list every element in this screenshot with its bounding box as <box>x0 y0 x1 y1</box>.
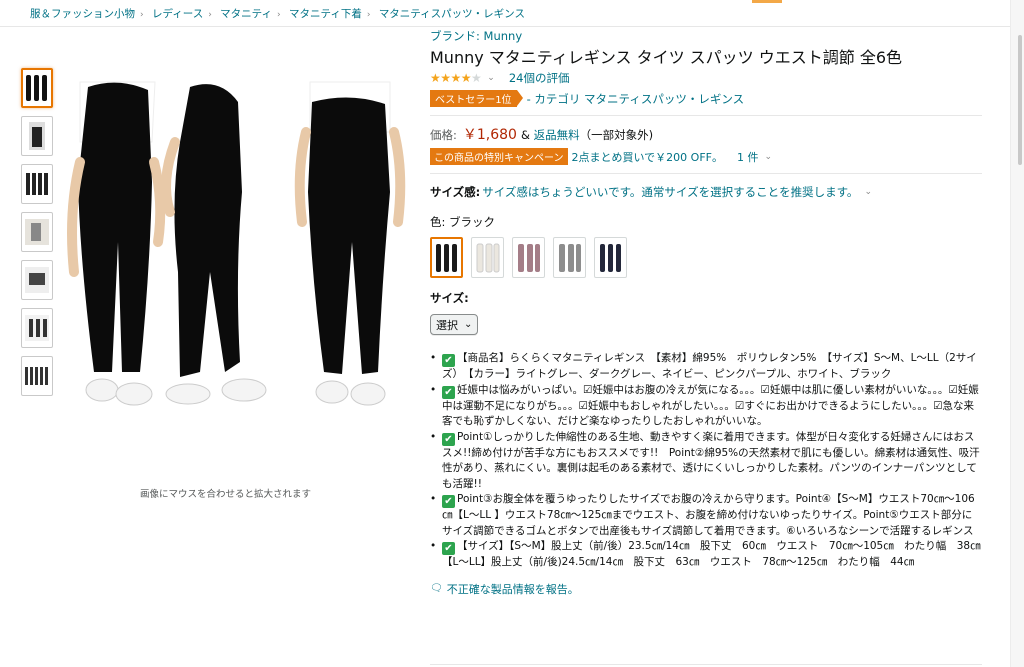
campaign-link[interactable]: 2点まとめ買いで￥200 OFF。 <box>572 149 723 165</box>
top-accent-mark <box>752 0 782 3</box>
bestseller-row: ベストセラー1位 - カテゴリ マタニティスパッツ・レギンス <box>430 90 982 107</box>
chevron-right-icon: › <box>366 10 371 20</box>
breadcrumb-item[interactable]: マタニティ下着 <box>289 8 362 20</box>
list-item: ✔【商品名】らくらくマタニティレギンス 【素材】綿95% ポリウレタン5% 【サ… <box>430 351 982 383</box>
bullet-text: Point③お腹全体を覆うゆったりしたサイズでお腹の冷えから守ります。Point… <box>442 493 975 537</box>
thumbnail-image[interactable] <box>21 356 53 396</box>
chevron-right-icon: › <box>277 10 281 20</box>
star-rating-icon[interactable]: ★★★★★ <box>430 71 482 85</box>
color-swatch-gray[interactable] <box>553 237 586 278</box>
ratings-count-link[interactable]: 24個の評価 <box>509 70 570 86</box>
size-select-value: 選択 <box>436 318 458 332</box>
chevron-down-icon[interactable]: ⌄ <box>864 187 872 197</box>
chevron-right-icon: › <box>140 10 144 20</box>
divider <box>430 173 982 174</box>
size-feel-label: サイズ感: <box>430 185 481 199</box>
list-item: ✔Point③お腹全体を覆うゆったりしたサイズでお腹の冷えから守ります。Poin… <box>430 492 982 539</box>
checkmark-icon: ✔ <box>442 495 455 508</box>
thumbnail-image[interactable] <box>21 68 53 108</box>
price-value: ￥1,680 <box>462 127 517 143</box>
checkmark-icon: ✔ <box>442 385 455 399</box>
thumbnail-image[interactable] <box>21 164 53 204</box>
breadcrumb-item[interactable]: レディース <box>152 8 203 20</box>
bullet-text: 妊娠中は悩みがいっぱい。☑妊娠中はお腹の冷えが気になる。。。☑妊娠中は肌に優しい… <box>442 383 979 428</box>
price-row: 価格: ￥1,680 & 返品無料 （一部対象外) <box>430 124 982 143</box>
campaign-row: この商品の特別キャンペーン 2点まとめ買いで￥200 OFF。 1 件 ⌄ <box>430 148 982 165</box>
scrollbar-thumb[interactable] <box>1018 35 1022 165</box>
breadcrumb-item[interactable]: マタニティ <box>220 8 272 20</box>
zoom-hint: 画像にマウスを合わせると拡大されます <box>140 489 312 500</box>
free-returns-note: （一部対象外) <box>579 128 654 142</box>
bullet-text: Point①しっかりした伸縮性のある生地、動きやすく楽に着用できます。体型が日々… <box>442 430 980 490</box>
chevron-right-icon: › <box>208 10 212 20</box>
divider <box>430 664 982 665</box>
price-amp: & <box>520 128 530 142</box>
thumbnail-list <box>21 68 55 404</box>
size-select[interactable]: 選択 ⌄ <box>430 314 479 335</box>
report-link[interactable]: 不正確な製品情報を報告。 <box>447 581 579 597</box>
divider <box>430 115 982 116</box>
price-label: 価格: <box>430 128 457 142</box>
thumbnail-image[interactable] <box>21 212 53 252</box>
checkmark-icon: ✔ <box>442 542 455 555</box>
list-item: ✔【サイズ】【S～M】股上丈（前/後）23.5㎝/14㎝ 股下丈 60㎝ ウエス… <box>430 539 991 571</box>
product-info: ブランド: Munny Munny マタニティレギンス タイツ スパッツ ウエス… <box>430 28 991 597</box>
campaign-count-link[interactable]: 1 件 <box>737 149 759 165</box>
size-feel-row: サイズ感: サイズ感はちょうどいいです。通常サイズを選択することを推奨します。 … <box>430 182 982 202</box>
color-swatch-white[interactable] <box>471 237 504 278</box>
bestseller-badge: ベストセラー1位 <box>430 90 523 107</box>
bullet-text: 【サイズ】【S～M】股上丈（前/後）23.5㎝/14㎝ 股下丈 60㎝ ウエスト… <box>442 540 992 568</box>
thumbnail-image[interactable] <box>21 116 53 156</box>
chevron-down-icon[interactable]: ⌄ <box>487 73 495 83</box>
color-swatch-pink-purple[interactable] <box>512 237 545 278</box>
rating-row: ★★★★★ ⌄ 24個の評価 <box>430 70 982 86</box>
size-label: サイズ: <box>430 291 469 305</box>
bullet-text: 【商品名】らくらくマタニティレギンス 【素材】綿95% ポリウレタン5% 【サイ… <box>442 352 977 380</box>
free-returns-link[interactable]: 返品無料 <box>534 127 580 143</box>
feature-bullets: ✔【商品名】らくらくマタニティレギンス 【素材】綿95% ポリウレタン5% 【サ… <box>430 351 991 571</box>
campaign-badge: この商品の特別キャンペーン <box>430 148 568 165</box>
chevron-down-icon[interactable]: ⌄ <box>764 152 772 162</box>
thumbnail-image[interactable] <box>21 260 53 300</box>
list-item: ✔Point①しっかりした伸縮性のある生地、動きやすく楽に着用できます。体型が日… <box>430 430 982 493</box>
thumbnail-image[interactable] <box>21 308 53 348</box>
color-swatch-black[interactable] <box>430 237 463 278</box>
report-row: 🗨 不正確な製品情報を報告。 <box>430 581 982 597</box>
scrollbar[interactable] <box>1010 0 1024 667</box>
main-product-image[interactable] <box>60 72 410 432</box>
chevron-down-icon: ⌄ <box>464 319 473 330</box>
color-label-text: 色: <box>430 215 446 229</box>
bestseller-category-link[interactable]: - カテゴリ マタニティスパッツ・レギンス <box>527 91 745 107</box>
brand-link[interactable]: ブランド: Munny <box>430 29 522 43</box>
size-feel-text[interactable]: サイズ感はちょうどいいです。通常サイズを選択することを推奨します。 <box>482 184 858 200</box>
breadcrumb-item[interactable]: 服＆ファッション小物 <box>30 8 135 20</box>
checkmark-icon: ✔ <box>442 432 455 446</box>
divider <box>0 26 1010 27</box>
color-label: 色: ブラック <box>430 214 982 230</box>
comment-icon: 🗨 <box>430 583 443 594</box>
color-value: ブラック <box>449 215 496 229</box>
product-title: Munny マタニティレギンス タイツ スパッツ ウエスト調節 全6色 <box>430 48 903 67</box>
color-swatches <box>430 237 982 278</box>
color-swatch-navy[interactable] <box>594 237 627 278</box>
list-item: ✔妊娠中は悩みがいっぱい。☑妊娠中はお腹の冷えが気になる。。。☑妊娠中は肌に優し… <box>430 383 982 430</box>
breadcrumb-item[interactable]: マタニティスパッツ・レギンス <box>379 8 525 20</box>
checkmark-icon: ✔ <box>442 354 455 367</box>
breadcrumb: 服＆ファッション小物 › レディース › マタニティ › マタニティ下着 › マタニティ… <box>30 6 525 21</box>
